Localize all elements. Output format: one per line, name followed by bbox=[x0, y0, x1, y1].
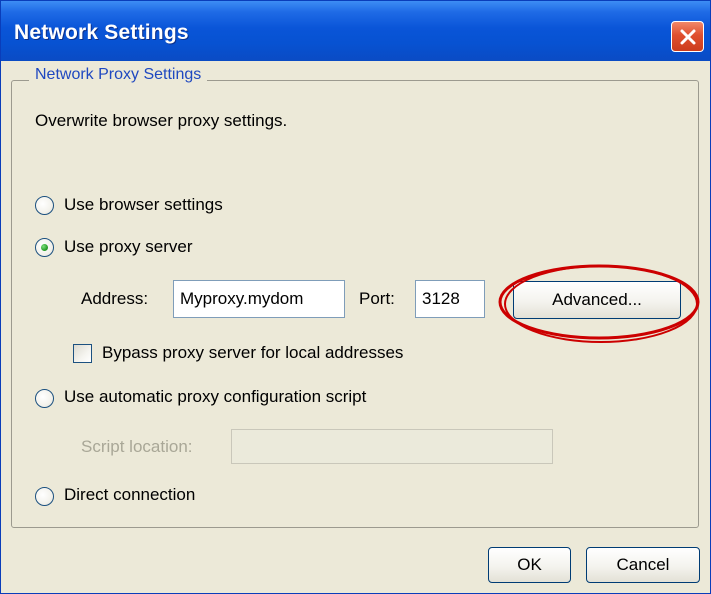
port-label: Port: bbox=[359, 289, 395, 308]
close-icon bbox=[680, 29, 696, 45]
title-bar[interactable]: Network Settings bbox=[1, 1, 710, 61]
address-label: Address: bbox=[81, 289, 149, 308]
close-button[interactable] bbox=[671, 21, 704, 52]
address-field[interactable]: Myproxy.mydom bbox=[173, 280, 345, 318]
network-settings-dialog: Network Settings Network Proxy Settings … bbox=[0, 0, 711, 594]
radio-proxy-server[interactable] bbox=[35, 238, 54, 257]
bypass-checkbox-label[interactable]: Bypass proxy server for local addresses bbox=[102, 343, 403, 363]
radio-selected-dot bbox=[41, 244, 48, 251]
radio-browser-settings[interactable] bbox=[35, 196, 54, 215]
description-text: Overwrite browser proxy settings. bbox=[35, 111, 288, 130]
ok-button[interactable]: OK bbox=[488, 547, 571, 583]
window-title: Network Settings bbox=[14, 21, 189, 44]
script-location-label: Script location: bbox=[81, 437, 193, 456]
script-location-field[interactable] bbox=[231, 429, 553, 464]
radio-auto-config[interactable] bbox=[35, 389, 54, 408]
radio-direct-connection-label[interactable]: Direct connection bbox=[64, 485, 195, 505]
bypass-checkbox[interactable] bbox=[73, 344, 92, 363]
radio-auto-config-label[interactable]: Use automatic proxy configuration script bbox=[64, 387, 366, 407]
highlight-ellipse bbox=[498, 264, 700, 343]
radio-browser-settings-label[interactable]: Use browser settings bbox=[64, 195, 223, 215]
port-field[interactable]: 3128 bbox=[415, 280, 485, 318]
cancel-button[interactable]: Cancel bbox=[586, 547, 700, 583]
radio-proxy-server-label[interactable]: Use proxy server bbox=[64, 237, 192, 257]
groupbox-legend: Network Proxy Settings bbox=[29, 66, 208, 84]
radio-direct-connection[interactable] bbox=[35, 487, 54, 506]
